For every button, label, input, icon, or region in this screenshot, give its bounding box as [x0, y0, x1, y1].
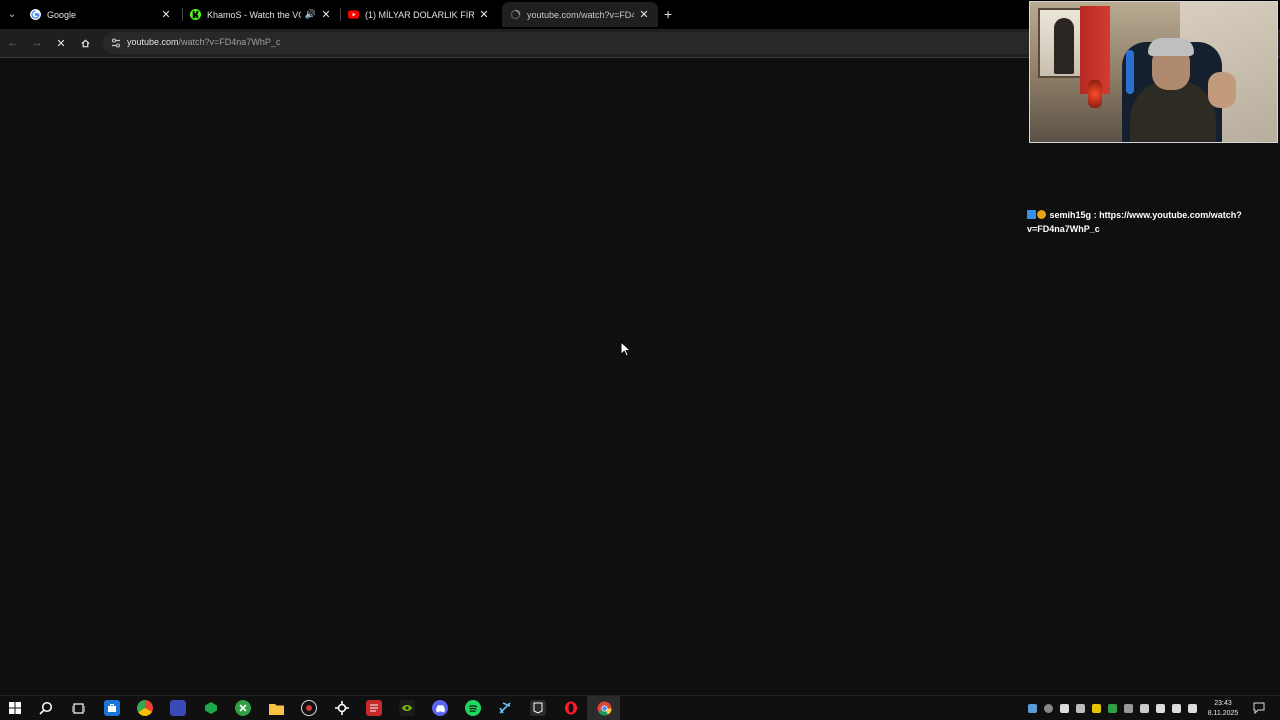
- google-icon: [30, 9, 41, 20]
- tab-youtube-video[interactable]: (1) MİLYAR DOLARLIK FİRMA Y ✕: [340, 2, 498, 27]
- tab-title: youtube.com/watch?v=FD4na7: [527, 9, 634, 20]
- store-icon[interactable]: [104, 700, 120, 716]
- tab-youtube-loading[interactable]: youtube.com/watch?v=FD4na7 ✕: [502, 2, 658, 27]
- microphone-icon[interactable]: [1060, 704, 1069, 713]
- tab-google[interactable]: Google ✕: [22, 2, 180, 27]
- webcam-portrait-figure: [1054, 18, 1074, 74]
- mouse-cursor-icon: [620, 341, 632, 357]
- webcam-person-cap: [1148, 38, 1194, 56]
- tab-title: (1) MİLYAR DOLARLIK FİRMA Y: [365, 9, 474, 20]
- steam-icon[interactable]: [497, 700, 513, 716]
- page-content: [0, 59, 1280, 695]
- new-tab-button[interactable]: +: [664, 7, 672, 21]
- back-button[interactable]: ←: [5, 35, 21, 51]
- yellow-tray-icon[interactable]: [1092, 704, 1101, 713]
- badge-icon: [1027, 210, 1036, 219]
- chevron-down-icon: ⌄: [7, 8, 17, 20]
- task-view-icon[interactable]: [70, 700, 86, 716]
- url-text: youtube.com/watch?v=FD4na7WhP_c: [127, 37, 280, 47]
- site-settings-icon[interactable]: [110, 37, 122, 49]
- news-app-icon[interactable]: [366, 700, 382, 716]
- file-explorer-icon[interactable]: [268, 700, 284, 716]
- stop-loading-button[interactable]: ✕: [53, 35, 69, 51]
- close-icon: ✕: [56, 37, 66, 50]
- webcam-portrait: [1038, 8, 1086, 78]
- cloud-tray-icon[interactable]: [1124, 704, 1133, 713]
- tab-kick[interactable]: KhamoS - Watch the VOD o 🔊 ✕: [182, 2, 340, 27]
- close-icon[interactable]: ✕: [160, 8, 172, 21]
- steam-tray-icon[interactable]: [1028, 704, 1037, 713]
- arrow-left-icon: ←: [7, 37, 19, 49]
- network-icon[interactable]: [1156, 704, 1165, 713]
- settings-tray-icon[interactable]: [1044, 704, 1053, 713]
- plus-icon: +: [664, 6, 673, 22]
- chrome-icon[interactable]: [596, 700, 612, 716]
- green-tray-icon[interactable]: [1108, 704, 1117, 713]
- home-button[interactable]: [77, 35, 93, 51]
- forward-button[interactable]: →: [29, 35, 45, 51]
- webcam-chair-accent: [1126, 50, 1134, 94]
- search-icon[interactable]: [38, 700, 54, 716]
- home-icon: [80, 38, 90, 47]
- onedrive-icon[interactable]: [1140, 704, 1149, 713]
- tab-title: Google: [47, 9, 77, 20]
- clock-time: 23:43: [1214, 700, 1232, 707]
- volume-icon[interactable]: [1172, 704, 1181, 713]
- tab-title: KhamoS - Watch the VOD o: [207, 9, 301, 20]
- browser-icon[interactable]: [137, 700, 153, 716]
- clock-date: 8.11.2025: [1207, 710, 1239, 717]
- epic-games-icon[interactable]: [530, 700, 546, 716]
- arrow-right-icon: →: [31, 37, 43, 49]
- webcam-lamp: [1088, 80, 1102, 108]
- chat-message: semih15g : https://www.youtube.com/watch…: [1027, 208, 1252, 236]
- xbox-icon[interactable]: [235, 700, 251, 716]
- loading-spinner-icon: [510, 9, 521, 20]
- steelseries-icon[interactable]: [334, 700, 350, 716]
- nvidia-icon[interactable]: [399, 700, 415, 716]
- notifications-icon[interactable]: [1251, 700, 1267, 716]
- start-icon[interactable]: [7, 700, 23, 716]
- chat-separator: :: [1093, 210, 1097, 220]
- gamepad-icon[interactable]: [1076, 704, 1085, 713]
- url-path: /watch?v=FD4na7WhP_c: [178, 37, 281, 47]
- discord-icon[interactable]: [432, 700, 448, 716]
- system-clock[interactable]: 23:43 8.11.2025: [1203, 699, 1243, 719]
- keyboard-icon[interactable]: [1188, 704, 1197, 713]
- webcam-overlay: [1029, 1, 1278, 143]
- close-icon[interactable]: ✕: [638, 8, 650, 21]
- opera-icon[interactable]: [563, 700, 579, 716]
- url-host: youtube.com: [127, 37, 179, 47]
- chat-username: semih15g: [1049, 210, 1092, 220]
- speaker-icon[interactable]: 🔊: [305, 9, 316, 20]
- tab-search-button[interactable]: ⌄: [3, 5, 21, 23]
- kick-icon: [190, 9, 201, 20]
- obs-icon[interactable]: [301, 700, 317, 716]
- spotify-icon[interactable]: [465, 700, 481, 716]
- webcam-person-hand: [1208, 72, 1236, 108]
- taskbar: 23:43 8.11.2025: [0, 695, 1280, 720]
- youtube-icon: [348, 10, 359, 19]
- close-icon[interactable]: ✕: [320, 8, 332, 21]
- close-icon[interactable]: ✕: [478, 8, 490, 21]
- badge-icon: [1037, 210, 1046, 219]
- green-app-icon[interactable]: [203, 700, 219, 716]
- app-icon[interactable]: [170, 700, 186, 716]
